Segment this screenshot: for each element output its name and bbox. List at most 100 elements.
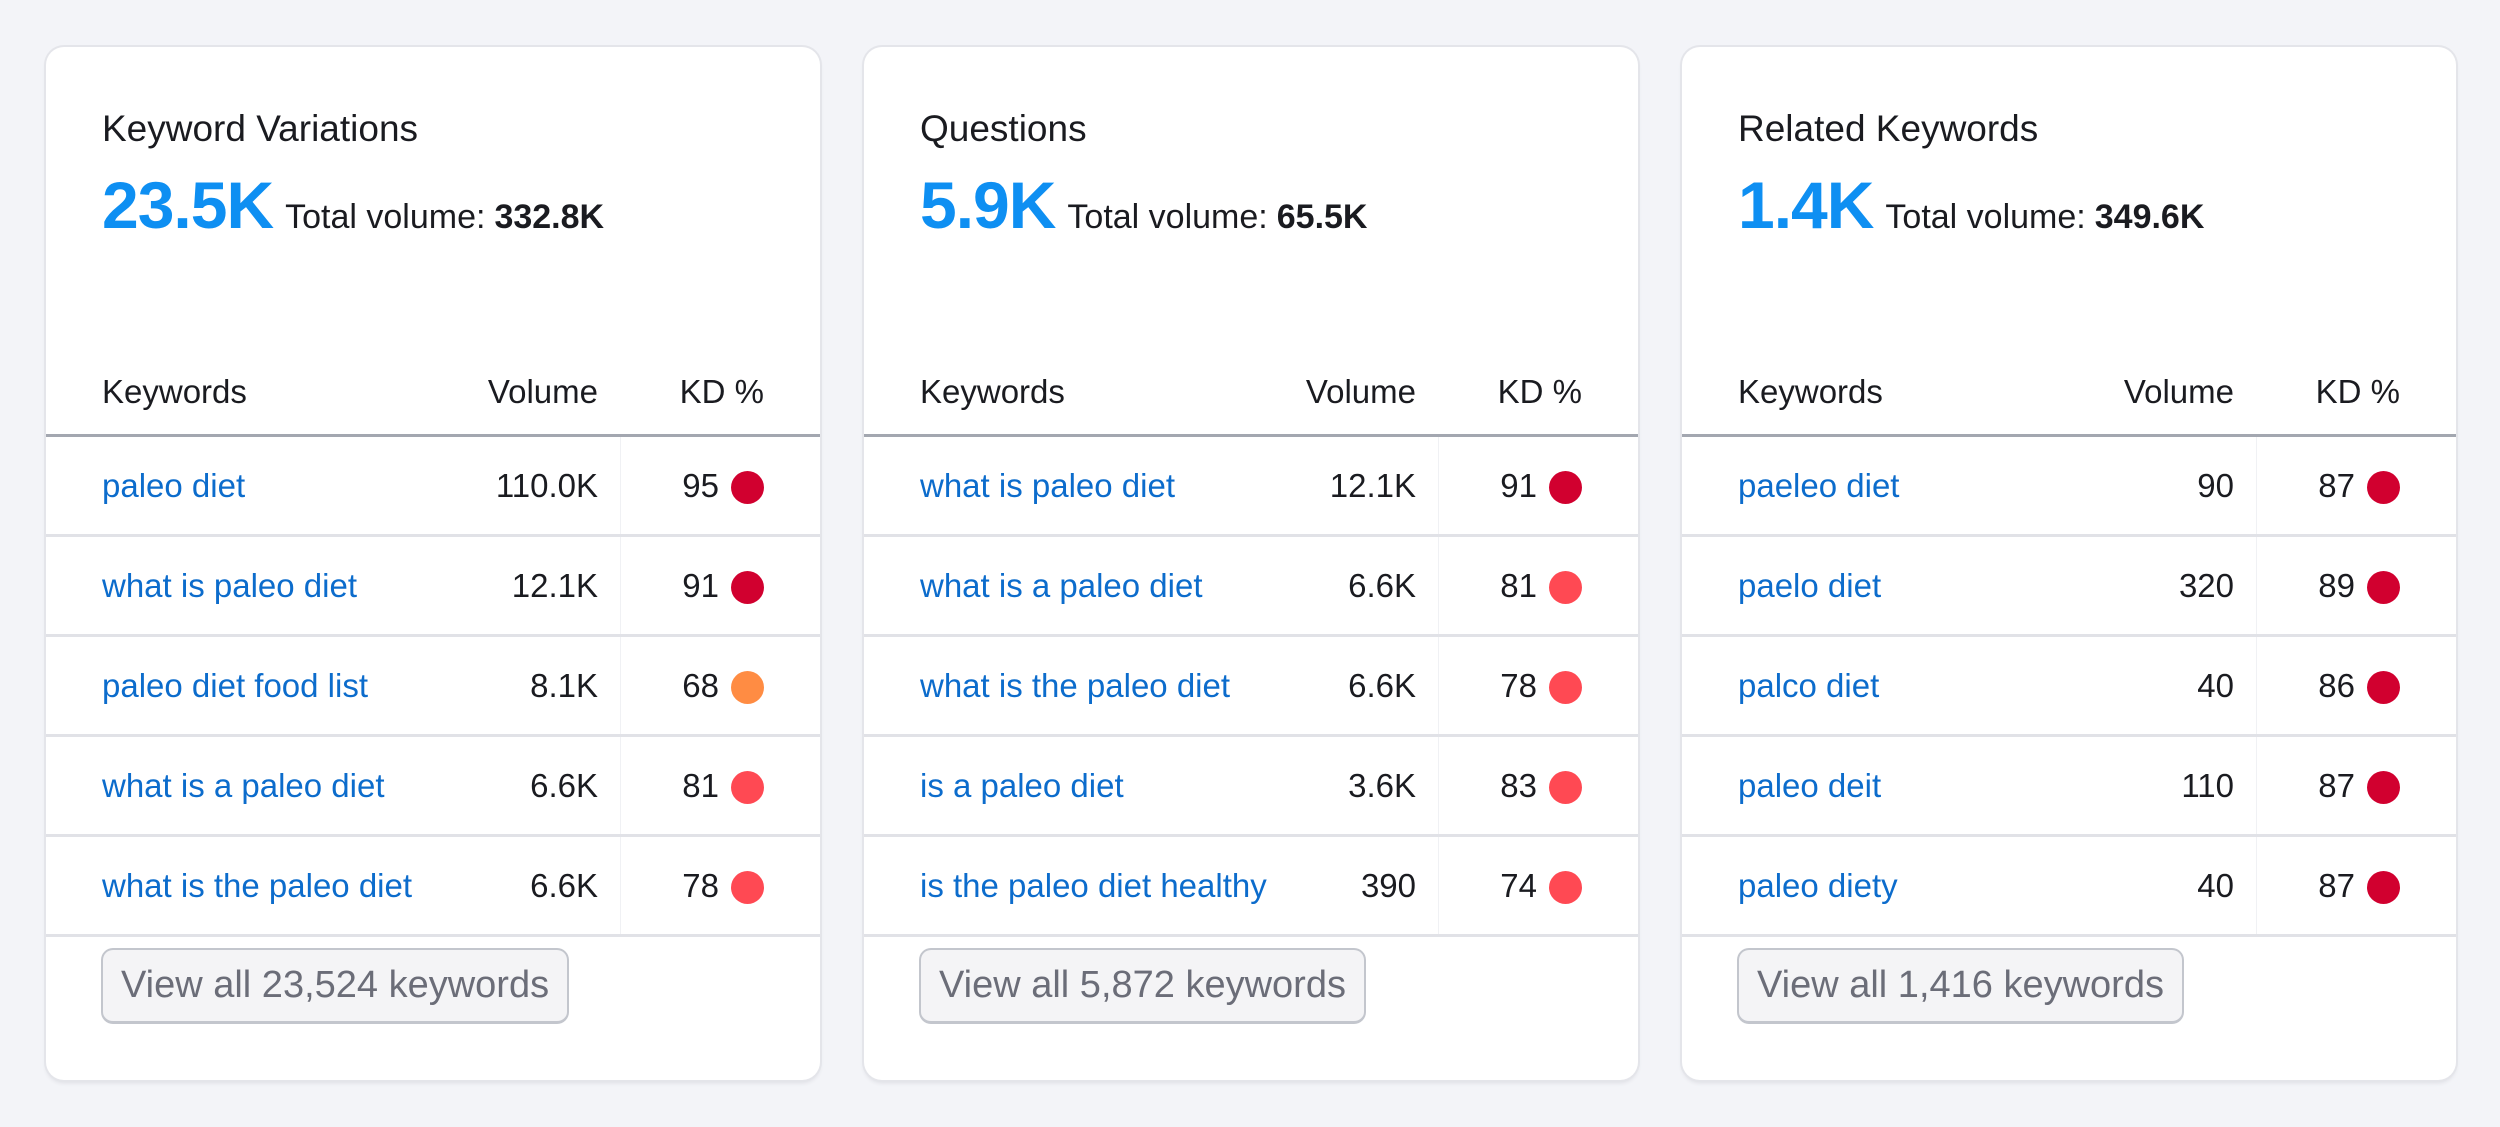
kd-value: 87 [2318, 767, 2355, 804]
keyword-link[interactable]: what is paleo diet [920, 467, 1175, 505]
volume-value: 6.6K [1348, 667, 1416, 704]
kd-difficulty-dot-icon [731, 871, 764, 904]
kd-value: 78 [1500, 667, 1537, 704]
kd-difficulty-dot-icon [2367, 871, 2400, 904]
keyword-link[interactable]: what is the paleo diet [102, 867, 412, 905]
total-volume-label: Total volume: [1885, 198, 2086, 236]
keyword-link[interactable]: paelo diet [1738, 567, 1881, 605]
related-keywords-card: Related Keywords 1.4K Total volume: 349.… [1682, 47, 2456, 1080]
total-volume-label: Total volume: [285, 198, 486, 236]
kd-value: 78 [682, 867, 719, 904]
kd-difficulty-dot-icon [1549, 771, 1582, 804]
table-header: Keywords Volume KD % [1682, 347, 2456, 437]
table-row: paleo diet food list 8.1K 68 [46, 637, 820, 737]
kd-difficulty-dot-icon [731, 771, 764, 804]
keyword-overview-board: Keyword Variations 23.5K Total volume: 3… [46, 47, 2456, 1080]
table-row: what is a paleo diet 6.6K 81 [46, 737, 820, 837]
kd-difficulty-dot-icon [731, 471, 764, 504]
keyword-link[interactable]: paleo diety [1738, 867, 1898, 905]
volume-value: 320 [2178, 567, 2234, 604]
view-all-keywords-button[interactable]: View all 23,524 keywords [101, 948, 570, 1024]
column-header-keywords: Keywords [102, 373, 247, 410]
column-header-keywords: Keywords [920, 373, 1065, 410]
keyword-link[interactable]: is the paleo diet healthy [920, 867, 1267, 905]
kd-value: 81 [682, 767, 719, 804]
kd-difficulty-dot-icon [731, 571, 764, 604]
volume-value: 6.6K [530, 767, 598, 804]
card-summary: 1.4K Total volume: 349.6K [1738, 165, 2204, 245]
column-header-kd: KD % [2315, 373, 2400, 410]
keyword-count: 5.9K [920, 168, 1056, 242]
kd-difficulty-dot-icon [2367, 771, 2400, 804]
questions-card: Questions 5.9K Total volume: 65.5K Keywo… [864, 47, 1638, 1080]
volume-value: 8.1K [530, 667, 598, 704]
total-volume-value: 332.8K [494, 198, 605, 236]
card-title: Keyword Variations [102, 108, 419, 149]
kd-value: 83 [1500, 767, 1537, 804]
keyword-link[interactable]: paleo deit [1738, 767, 1881, 805]
keyword-link[interactable]: paleo diet [102, 467, 245, 505]
table-row: paleo diet 110.0K 95 [46, 437, 820, 537]
keywords-table: Keywords Volume KD % paleo diet 110.0K 95 w… [46, 347, 820, 937]
volume-value: 90 [2197, 467, 2234, 504]
table-row: is the paleo diet healthy 390 74 [864, 837, 1638, 937]
kd-difficulty-dot-icon [1549, 571, 1582, 604]
volume-value: 12.1K [511, 567, 598, 604]
kd-difficulty-dot-icon [1549, 871, 1582, 904]
kd-value: 89 [2318, 567, 2355, 604]
card-summary: 23.5K Total volume: 332.8K [102, 165, 604, 245]
table-row: paleo diety 40 87 [1682, 837, 2456, 937]
table-row: what is paleo diet 12.1K 91 [864, 437, 1638, 537]
keyword-link[interactable]: what is the paleo diet [920, 667, 1230, 705]
kd-value: 87 [2318, 467, 2355, 504]
keyword-link[interactable]: what is a paleo diet [102, 767, 385, 805]
keywords-table: Keywords Volume KD % paeleo diet 90 87 pael… [1682, 347, 2456, 937]
view-all-keywords-button[interactable]: View all 5,872 keywords [919, 948, 1366, 1024]
kd-value: 86 [2318, 667, 2355, 704]
kd-difficulty-dot-icon [731, 671, 764, 704]
view-all-keywords-button[interactable]: View all 1,416 keywords [1737, 948, 2184, 1024]
keyword-count: 1.4K [1738, 168, 1874, 242]
kd-value: 91 [682, 567, 719, 604]
table-row: paleo deit 110 87 [1682, 737, 2456, 837]
column-header-kd: KD % [679, 373, 764, 410]
keyword-variations-card: Keyword Variations 23.5K Total volume: 3… [46, 47, 820, 1080]
keywords-table: Keywords Volume KD % what is paleo diet 1… [864, 347, 1638, 937]
table-row: paeleo diet 90 87 [1682, 437, 2456, 537]
keyword-count: 23.5K [102, 168, 274, 242]
kd-difficulty-dot-icon [2367, 471, 2400, 504]
keyword-link[interactable]: paeleo diet [1738, 467, 1899, 505]
volume-value: 6.6K [530, 867, 598, 904]
card-summary: 5.9K Total volume: 65.5K [920, 165, 1367, 245]
column-header-volume: Volume [2123, 373, 2234, 410]
volume-value: 390 [1360, 867, 1416, 904]
keyword-link[interactable]: is a paleo diet [920, 767, 1124, 805]
kd-difficulty-dot-icon [1549, 471, 1582, 504]
keyword-link[interactable]: paleo diet food list [102, 667, 368, 705]
kd-value: 81 [1500, 567, 1537, 604]
volume-value: 40 [2197, 867, 2234, 904]
keyword-link[interactable]: what is a paleo diet [920, 567, 1203, 605]
keyword-link[interactable]: what is paleo diet [102, 567, 357, 605]
column-header-kd: KD % [1497, 373, 1582, 410]
table-row: palco diet 40 86 [1682, 637, 2456, 737]
kd-difficulty-dot-icon [2367, 571, 2400, 604]
volume-value: 40 [2197, 667, 2234, 704]
table-header: Keywords Volume KD % [46, 347, 820, 437]
card-title: Questions [920, 108, 1087, 149]
table-row: is a paleo diet 3.6K 83 [864, 737, 1638, 837]
total-volume-value: 349.6K [2094, 198, 2205, 236]
kd-value: 91 [1500, 467, 1537, 504]
volume-value: 3.6K [1348, 767, 1416, 804]
table-row: what is the paleo diet 6.6K 78 [46, 837, 820, 937]
total-volume-label: Total volume: [1067, 198, 1268, 236]
volume-value: 6.6K [1348, 567, 1416, 604]
kd-value: 87 [2318, 867, 2355, 904]
volume-value: 110.0K [495, 467, 598, 504]
table-row: paelo diet 320 89 [1682, 537, 2456, 637]
kd-value: 68 [682, 667, 719, 704]
kd-value: 74 [1500, 867, 1537, 904]
table-header: Keywords Volume KD % [864, 347, 1638, 437]
keyword-link[interactable]: palco diet [1738, 667, 1879, 705]
column-header-keywords: Keywords [1738, 373, 1883, 410]
